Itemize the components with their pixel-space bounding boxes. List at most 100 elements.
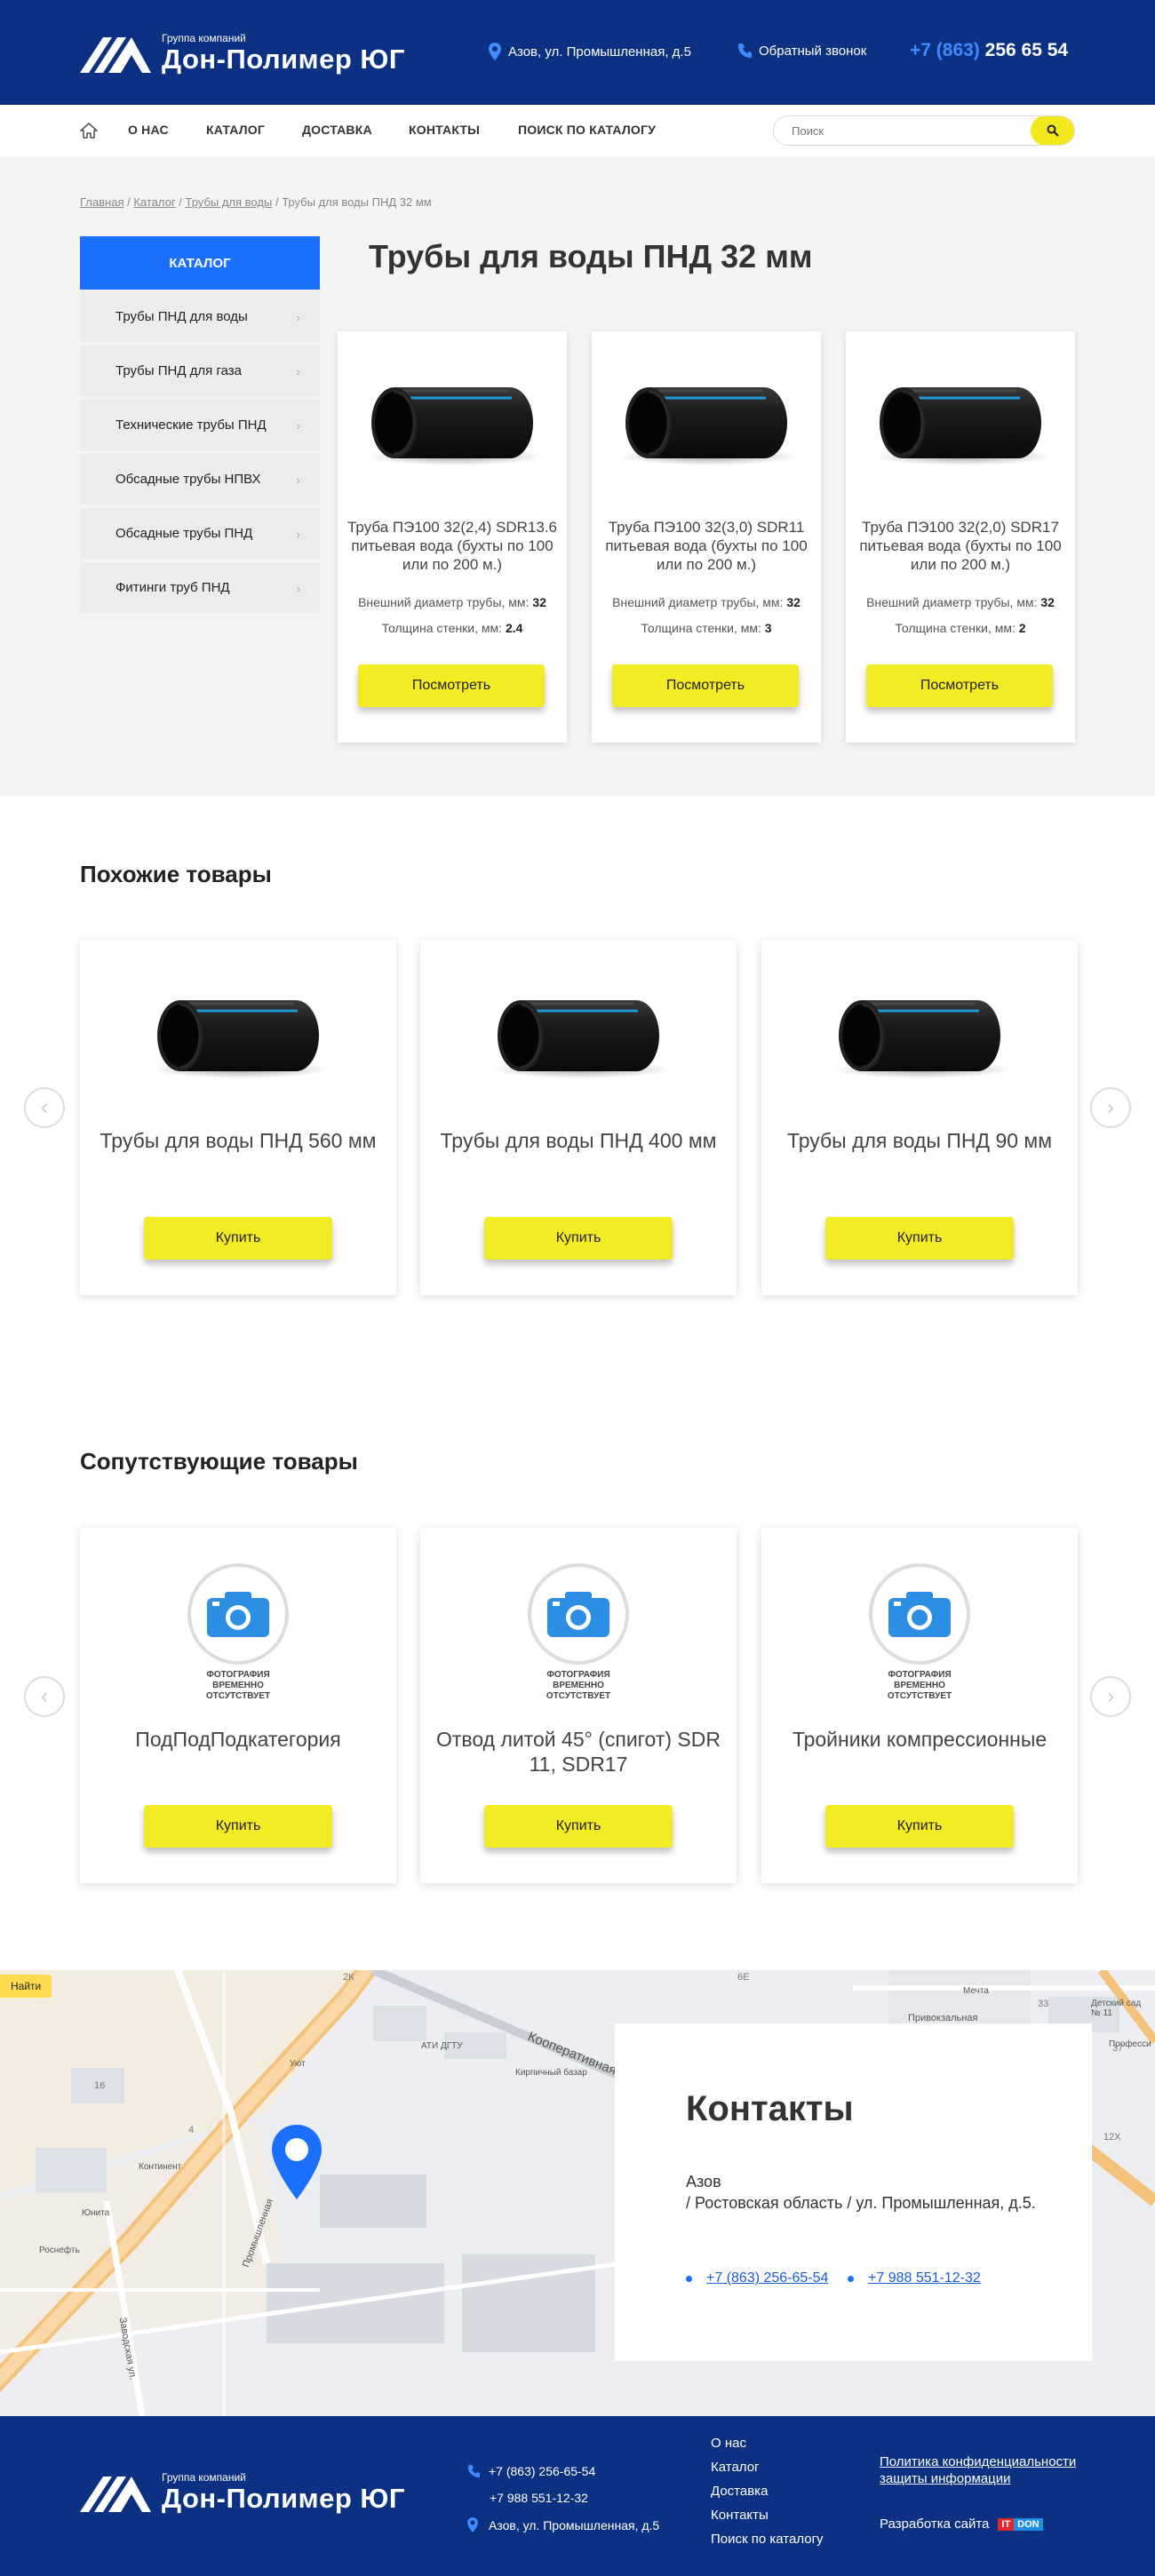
map-label: 6Е — [737, 1972, 750, 1983]
carousel-prev-icon[interactable]: ‹ — [24, 1087, 65, 1128]
buy-button[interactable]: Купить — [484, 1217, 673, 1260]
similar-card[interactable]: Трубы для воды ПНД 90 мм Купить — [761, 940, 1078, 1295]
similar-card[interactable]: Трубы для воды ПНД 560 мм Купить — [80, 940, 396, 1295]
view-button[interactable]: Посмотреть — [612, 664, 799, 707]
sidebar-item-label: Обсадные трубы ПНД — [116, 526, 253, 541]
header-address-text: Азов, ул. Промышленная, д.5 — [508, 44, 691, 60]
breadcrumb-separator: / — [275, 195, 279, 209]
developer-credit[interactable]: Разработка сайта IT DON — [880, 2516, 1043, 2532]
sidebar-item-technical-pipes[interactable]: Технические трубы ПНД › — [80, 400, 320, 450]
thickness-label: Толщина стенки, мм: — [641, 621, 761, 635]
pipe-image — [618, 386, 800, 467]
callback-text: Обратный звонок — [759, 43, 867, 59]
sidebar-item-gas-pipes[interactable]: Трубы ПНД для газа › — [80, 346, 320, 396]
contacts-address: / Ростовская область / ул. Промышленная,… — [686, 2194, 1036, 2212]
buy-button[interactable]: Купить — [144, 1805, 332, 1848]
phone-icon — [467, 2465, 480, 2477]
map-pin-icon — [489, 43, 501, 60]
breadcrumb-catalog[interactable]: Каталог — [133, 195, 175, 209]
product-name: Труба ПЭ100 32(2,4) SDR13.6 питьевая вод… — [347, 519, 557, 573]
header-phone[interactable]: +7 (863) 256 65 54 — [910, 40, 1068, 61]
view-button[interactable]: Посмотреть — [358, 664, 545, 707]
contacts-city: Азов — [686, 2173, 721, 2190]
site-header: Группа компаний Дон-Полимер ЮГ Азов, ул.… — [0, 0, 1155, 105]
related-card[interactable]: ФОТОГРАФИЯ ВРЕМЕННО ОТСУТСТВУЕТ ПодПодПо… — [80, 1528, 396, 1883]
footer-phone-1[interactable]: +7 (863) 256-65-54 — [467, 2464, 595, 2478]
phone-link: +7 988 551-12-32 — [868, 2270, 981, 2286]
sidebar-item-casing-pnd[interactable]: Обсадные трубы ПНД › — [80, 508, 320, 559]
map-label: Уют — [290, 2059, 306, 2069]
contacts-card: Контакты Азов / Ростовская область / ул.… — [615, 2023, 1092, 2361]
nav-item-contacts[interactable]: КОНТАКТЫ — [409, 123, 480, 137]
logo-subtitle: Группа компаний — [162, 32, 246, 44]
contacts-phone-1[interactable]: +7 (863) 256-65-54 — [686, 2270, 828, 2286]
product-card[interactable]: Труба ПЭ100 32(3,0) SDR11 питьевая вода … — [592, 331, 821, 743]
sidebar-item-water-pipes[interactable]: Трубы ПНД для воды › — [80, 291, 320, 342]
footer-link-delivery[interactable]: Доставка — [711, 2484, 768, 2499]
product-card[interactable]: Труба ПЭ100 32(2,4) SDR13.6 питьевая вод… — [338, 331, 567, 743]
view-button[interactable]: Посмотреть — [866, 664, 1053, 707]
footer-link-catalog[interactable]: Каталог — [711, 2460, 760, 2475]
search-button[interactable] — [1031, 116, 1074, 145]
sidebar-item-casing-npvh[interactable]: Обсадные трубы НПВХ › — [80, 454, 320, 505]
related-product-name: Тройники компрессионные — [792, 1728, 1047, 1751]
diameter-value: 32 — [1040, 595, 1055, 609]
map-find-button[interactable]: Найти — [0, 1975, 52, 1998]
related-product-name: Отвод литой 45° (спигот) SDR 11, SDR17 — [435, 1728, 721, 1776]
product-thickness: Толщина стенки, мм: 3 — [592, 621, 821, 635]
map-label: Привокзальная — [908, 2013, 978, 2023]
product-name: Труба ПЭ100 32(2,0) SDR17 питьевая вода … — [859, 519, 1062, 573]
footer-address: Азов, ул. Промышленная, д.5 — [467, 2517, 659, 2532]
buy-button[interactable]: Купить — [144, 1217, 332, 1260]
contacts-title: Контакты — [686, 2089, 854, 2128]
chevron-right-icon: › — [296, 473, 300, 487]
buy-button[interactable]: Купить — [825, 1805, 1014, 1848]
home-icon[interactable] — [78, 122, 100, 143]
related-card[interactable]: ФОТОГРАФИЯ ВРЕМЕННО ОТСУТСТВУЕТ Отвод ли… — [420, 1528, 737, 1883]
carousel-next-icon[interactable]: › — [1090, 1087, 1131, 1128]
nav-item-about[interactable]: О НАС — [128, 123, 169, 137]
camera-icon — [547, 1592, 609, 1637]
footer-phone-text: +7 (863) 256-65-54 — [489, 2464, 596, 2478]
footer-logo[interactable]: Группа компаний Дон-Полимер ЮГ — [80, 2471, 405, 2514]
sidebar-item-label: Фитинги труб ПНД — [116, 580, 230, 595]
developer-label: Разработка сайта — [880, 2516, 990, 2532]
phone-icon — [737, 44, 752, 58]
buy-button[interactable]: Купить — [825, 1217, 1014, 1260]
nav-item-delivery[interactable]: ДОСТАВКА — [302, 123, 372, 137]
logo-title: Дон-Полимер ЮГ — [162, 2483, 405, 2514]
search-input[interactable] — [774, 116, 1032, 145]
nav-item-catalog[interactable]: КАТАЛОГ — [206, 123, 265, 137]
related-product-name: ПодПодПодкатегория — [135, 1728, 341, 1751]
thickness-value: 2.4 — [505, 621, 523, 635]
product-card[interactable]: Труба ПЭ100 32(2,0) SDR17 питьевая вода … — [846, 331, 1075, 743]
product-diameter: Внешний диаметр трубы, мм: 32 — [592, 595, 821, 609]
footer-link-search[interactable]: Поиск по каталогу — [711, 2532, 824, 2547]
site-footer: Группа компаний Дон-Полимер ЮГ +7 (863) … — [0, 2416, 1155, 2576]
no-photo-caption: ФОТОГРАФИЯ ВРЕМЕННО ОТСУТСТВУЕТ — [205, 1670, 271, 1701]
callback-link[interactable]: Обратный звонок — [737, 43, 866, 59]
similar-title: Похожие товары — [80, 861, 272, 887]
map-label: Мечта — [963, 1986, 989, 1996]
similar-product-name: Трубы для воды ПНД 90 мм — [786, 1129, 1053, 1152]
developer-logo-it: IT — [998, 2517, 1015, 2531]
privacy-policy-link[interactable]: Политика конфиденциальности защиты инфор… — [880, 2453, 1076, 2487]
similar-card[interactable]: Трубы для воды ПНД 400 мм Купить — [420, 940, 737, 1295]
buy-button[interactable]: Купить — [484, 1805, 673, 1848]
breadcrumb-home[interactable]: Главная — [80, 195, 123, 209]
footer-link-contacts[interactable]: Контакты — [711, 2508, 769, 2523]
thickness-value: 3 — [764, 621, 772, 635]
sidebar-item-fittings[interactable]: Фитинги труб ПНД › — [80, 562, 320, 613]
footer-phone-2[interactable]: +7 988 551-12-32 — [490, 2491, 588, 2505]
nav-item-search-catalog[interactable]: ПОИСК ПО КАТАЛОГУ — [518, 123, 656, 137]
carousel-next-icon[interactable]: › — [1090, 1676, 1131, 1717]
location-pin-icon[interactable] — [268, 2123, 325, 2203]
footer-link-about[interactable]: О нас — [711, 2436, 746, 2451]
carousel-prev-icon[interactable]: ‹ — [24, 1676, 65, 1717]
breadcrumb-section[interactable]: Трубы для воды — [186, 195, 273, 209]
map-label: Юнита — [82, 2208, 110, 2218]
logo[interactable]: Группа компаний Дон-Полимер ЮГ — [80, 32, 405, 75]
pipe-image — [490, 998, 672, 1080]
related-card[interactable]: ФОТОГРАФИЯ ВРЕМЕННО ОТСУТСТВУЕТ Тройники… — [761, 1528, 1078, 1883]
contacts-phone-2[interactable]: +7 988 551-12-32 — [848, 2270, 981, 2286]
